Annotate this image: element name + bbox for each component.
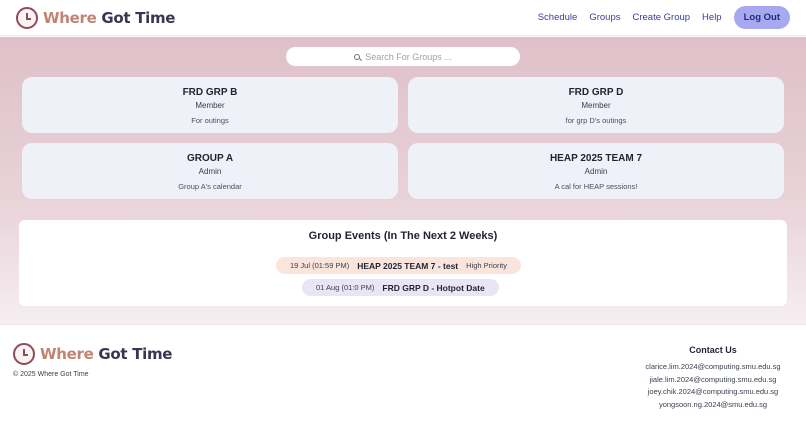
clock-icon <box>16 7 38 29</box>
event-datetime: 19 Jul (01:59 PM) <box>290 261 350 270</box>
brand-word-1: Where <box>40 345 99 363</box>
group-name: GROUP A <box>186 153 234 164</box>
group-description: For outings <box>191 116 229 125</box>
event-priority: High Priority <box>466 261 507 270</box>
group-events-panel: Group Events (In The Next 2 Weeks) 19 Ju… <box>19 220 787 306</box>
search-input[interactable]: Search For Groups ... <box>286 47 520 66</box>
group-card-frd-grp-d[interactable]: FRD GRP D Member for grp D's outings <box>408 77 784 133</box>
contact-email[interactable]: yongsoon.ng.2024@smu.edu.sg <box>633 399 793 412</box>
event-item-heap-test[interactable]: 19 Jul (01:59 PM) HEAP 2025 TEAM 7 - tes… <box>276 257 521 274</box>
group-role: Admin <box>584 167 608 176</box>
copyright: © 2025 Where Got Time <box>13 371 89 378</box>
group-role: Admin <box>198 167 222 176</box>
event-title: FRD GRP D - Hotpot Date <box>382 282 485 293</box>
nav-menu: Schedule Groups Create Group Help Log Ou… <box>538 5 790 29</box>
group-card-heap-2025-team-7[interactable]: HEAP 2025 TEAM 7 Admin A cal for HEAP se… <box>408 143 784 199</box>
contact-heading: Contact Us <box>689 345 737 355</box>
group-name: FRD GRP D <box>568 87 624 98</box>
group-description: Group A's calendar <box>178 182 242 191</box>
nav-help[interactable]: Help <box>702 12 722 23</box>
brand-word-1: Where <box>43 9 102 27</box>
nav-schedule[interactable]: Schedule <box>538 12 578 23</box>
nav-groups[interactable]: Groups <box>589 12 620 23</box>
group-card-frd-grp-b[interactable]: FRD GRP B Member For outings <box>22 77 398 133</box>
search-icon <box>354 53 361 60</box>
clock-icon <box>13 343 35 365</box>
group-name: FRD GRP B <box>182 87 238 98</box>
main-content: Search For Groups ... FRD GRP B Member F… <box>0 37 806 324</box>
contact-email[interactable]: clarice.lim.2024@computing.smu.edu.sg <box>633 361 793 374</box>
group-card-group-a[interactable]: GROUP A Admin Group A's calendar <box>22 143 398 199</box>
event-item-hotpot-date[interactable]: 01 Aug (01:0 PM) FRD GRP D - Hotpot Date <box>302 279 499 296</box>
group-role: Member <box>195 101 225 110</box>
group-description: A cal for HEAP sessions! <box>554 182 638 191</box>
contact-email[interactable]: jiale.lim.2024@computing.smu.edu.sg <box>633 374 793 387</box>
top-navbar: Where Got Time Schedule Groups Create Gr… <box>0 0 806 36</box>
event-datetime: 01 Aug (01:0 PM) <box>316 283 375 292</box>
search-placeholder: Search For Groups ... <box>365 51 452 62</box>
footer-brand-name: Where Got Time <box>40 345 172 363</box>
group-description: for grp D's outings <box>565 116 627 125</box>
brand-word-2: Got Time <box>101 9 176 27</box>
nav-create-group[interactable]: Create Group <box>632 12 690 23</box>
footer-logo: Where Got Time <box>13 343 172 365</box>
footer: Where Got Time © 2025 Where Got Time Con… <box>0 324 806 437</box>
events-heading: Group Events (In The Next 2 Weeks) <box>308 230 498 242</box>
contact-email[interactable]: joey.chik.2024@computing.smu.edu.sg <box>633 386 793 399</box>
brand-word-2: Got Time <box>98 345 173 363</box>
contact-section: Contact Us clarice.lim.2024@computing.sm… <box>633 345 793 412</box>
event-title: HEAP 2025 TEAM 7 - test <box>357 260 459 271</box>
group-name: HEAP 2025 TEAM 7 <box>549 153 643 164</box>
logo[interactable]: Where Got Time <box>16 6 175 30</box>
logout-button[interactable]: Log Out <box>733 5 790 29</box>
brand-name: Where Got Time <box>43 9 175 27</box>
group-role: Member <box>581 101 611 110</box>
